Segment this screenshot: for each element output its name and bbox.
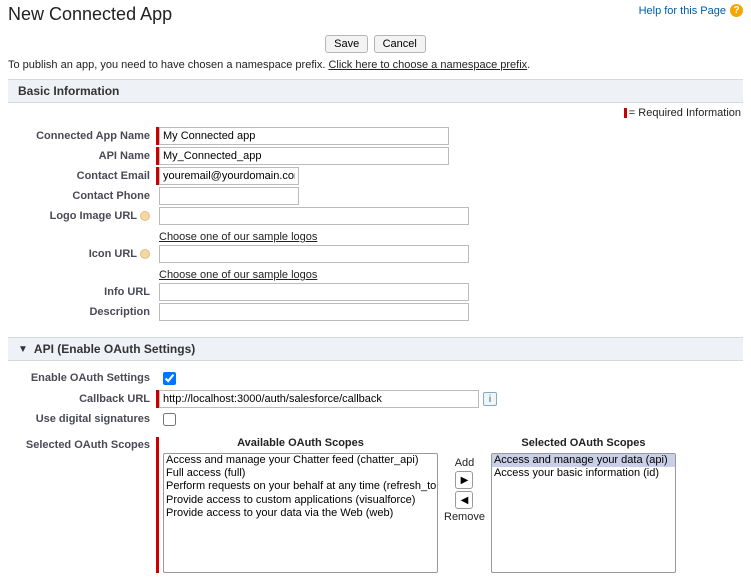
- add-scope-button[interactable]: ▶: [455, 471, 473, 489]
- hint-icon: [140, 211, 150, 221]
- namespace-prefix-link[interactable]: Click here to choose a namespace prefix: [328, 59, 527, 71]
- help-icon: ?: [730, 4, 743, 17]
- hint-icon: [140, 249, 150, 259]
- description-input[interactable]: [159, 303, 469, 321]
- choose-sample-icon-link[interactable]: Choose one of our sample logos: [159, 269, 317, 281]
- help-label: Help for this Page: [639, 5, 726, 17]
- digital-signatures-checkbox[interactable]: [163, 413, 176, 426]
- label-api-name: API Name: [99, 150, 150, 162]
- icon-url-input[interactable]: [159, 245, 469, 263]
- selected-scopes-list[interactable]: Access and manage your data (api)Access …: [491, 453, 676, 573]
- info-icon[interactable]: i: [483, 392, 497, 406]
- section-api-oauth[interactable]: ▼ API (Enable OAuth Settings): [8, 337, 743, 361]
- contact-email-input[interactable]: [159, 167, 299, 185]
- label-description: Description: [89, 306, 150, 318]
- label-enable-oauth: Enable OAuth Settings: [31, 372, 150, 384]
- section-basic-information: Basic Information: [8, 79, 743, 103]
- label-icon-url: Icon URL: [89, 248, 137, 260]
- save-button[interactable]: Save: [325, 35, 368, 53]
- logo-image-url-input[interactable]: [159, 207, 469, 225]
- selected-scopes-title: Selected OAuth Scopes: [521, 437, 645, 449]
- connected-app-name-input[interactable]: [159, 127, 449, 145]
- label-logo-image-url: Logo Image URL: [50, 210, 137, 222]
- label-connected-app-name: Connected App Name: [36, 130, 150, 142]
- help-for-page-link[interactable]: Help for this Page ?: [639, 4, 743, 17]
- label-contact-phone: Contact Phone: [72, 190, 150, 202]
- remove-label: Remove: [444, 511, 485, 523]
- label-selected-oauth-scopes: Selected OAuth Scopes: [26, 439, 150, 451]
- required-info-legend: = Required Information: [8, 103, 743, 125]
- action-bar: Save Cancel: [8, 35, 743, 53]
- callback-url-input[interactable]: [159, 390, 479, 408]
- label-digital-signatures: Use digital signatures: [36, 413, 150, 425]
- label-contact-email: Contact Email: [77, 170, 150, 182]
- label-info-url: Info URL: [104, 286, 150, 298]
- info-url-input[interactable]: [159, 283, 469, 301]
- page-title: New Connected App: [8, 4, 172, 25]
- intro-text: To publish an app, you need to have chos…: [8, 59, 743, 71]
- choose-sample-logo-link[interactable]: Choose one of our sample logos: [159, 231, 317, 243]
- api-name-input[interactable]: [159, 147, 449, 165]
- add-label: Add: [455, 457, 475, 469]
- cancel-button[interactable]: Cancel: [374, 35, 426, 53]
- collapse-icon: ▼: [18, 344, 28, 355]
- available-scopes-list[interactable]: Access and manage your Chatter feed (cha…: [163, 453, 438, 573]
- enable-oauth-checkbox[interactable]: [163, 372, 176, 385]
- contact-phone-input[interactable]: [159, 187, 299, 205]
- label-callback-url: Callback URL: [79, 393, 150, 405]
- available-scopes-title: Available OAuth Scopes: [237, 437, 364, 449]
- remove-scope-button[interactable]: ◀: [455, 491, 473, 509]
